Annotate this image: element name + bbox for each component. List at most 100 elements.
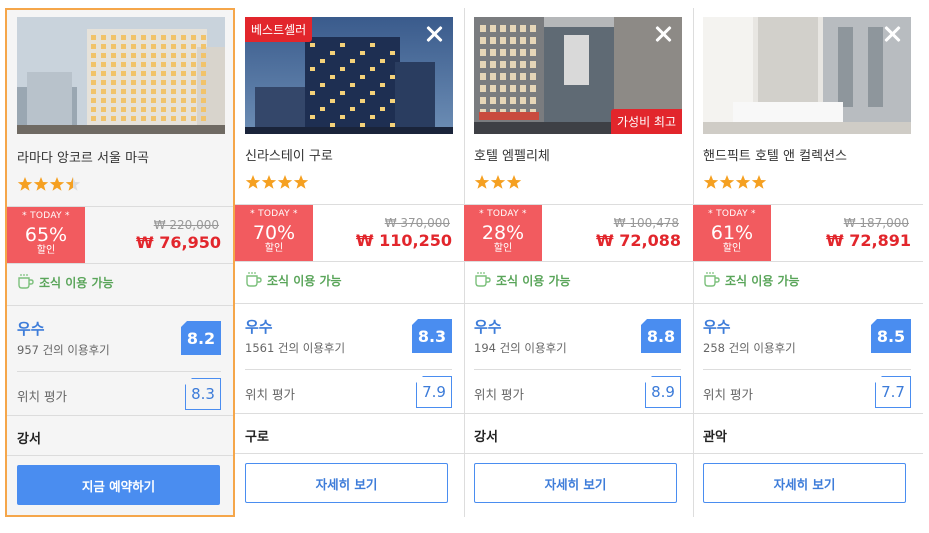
coffee-cup-icon	[17, 273, 39, 292]
sale-price: ₩ 72,088	[596, 231, 681, 250]
discount-label: 할인	[264, 243, 284, 254]
hotel-card[interactable]: 가성비 최고 호텔 엠펠리체 * TODAY * 28% 할인 ₩ 100,47…	[464, 8, 694, 517]
hotel-photo[interactable]	[17, 17, 225, 134]
review-grade: 우수	[17, 320, 45, 338]
divider	[235, 413, 464, 414]
discount-percent: 70%	[252, 222, 296, 244]
hotel-photo[interactable]: 가성비 최고	[474, 17, 682, 134]
book-now-button[interactable]: 지금 예약하기	[17, 465, 220, 505]
district-name: 관악	[703, 430, 727, 445]
review-score: 8.8	[640, 318, 681, 353]
today-deal-badge: * TODAY * 61% 할인	[693, 205, 771, 261]
star-rating-icon	[703, 174, 767, 190]
hotel-card-list: 라마다 앙코르 서울 마곡 * TODAY * 65% 할인 ₩ 220,000…	[0, 0, 929, 533]
divider	[235, 261, 464, 262]
review-count[interactable]: 957 건의 이용후기	[17, 342, 110, 358]
divider	[235, 303, 464, 304]
review-grade: 우수	[245, 318, 273, 336]
divider	[693, 413, 923, 414]
discount-label: 할인	[493, 243, 513, 254]
breakfast-available: 조식 이용 가능	[17, 273, 114, 292]
review-score: 8.3	[411, 318, 452, 353]
today-deal-badge: * TODAY * 28% 할인	[464, 205, 542, 261]
deal-label: * TODAY *	[479, 209, 527, 219]
star-rating-icon	[17, 176, 81, 192]
hotel-photo[interactable]: 베스트셀러	[245, 17, 453, 134]
breakfast-label: 조식 이용 가능	[39, 276, 114, 290]
location-score: 7.9	[416, 376, 452, 408]
best-value-badge: 가성비 최고	[610, 109, 682, 134]
location-rating-label: 위치 평가	[245, 387, 295, 402]
close-icon[interactable]	[423, 23, 445, 45]
discount-percent: 28%	[481, 222, 525, 244]
divider	[693, 261, 923, 262]
divider	[703, 369, 911, 370]
view-details-button[interactable]: 자세히 보기	[474, 463, 677, 503]
location-score: 7.7	[875, 376, 911, 408]
divider	[7, 415, 233, 416]
divider	[464, 303, 693, 304]
view-details-button[interactable]: 자세히 보기	[703, 463, 906, 503]
divider	[7, 263, 233, 264]
district-name: 강서	[474, 430, 498, 445]
divider	[464, 453, 693, 454]
close-icon[interactable]	[881, 23, 903, 45]
today-deal-badge: * TODAY * 70% 할인	[235, 205, 313, 261]
hotel-card[interactable]: 라마다 앙코르 서울 마곡 * TODAY * 65% 할인 ₩ 220,000…	[5, 8, 235, 517]
review-grade: 우수	[474, 318, 502, 336]
hotel-name[interactable]: 호텔 엠펠리체	[474, 145, 550, 164]
divider	[7, 455, 233, 456]
close-icon[interactable]	[652, 23, 674, 45]
district-name: 구로	[245, 430, 269, 445]
view-details-button[interactable]: 자세히 보기	[245, 463, 448, 503]
bestseller-badge: 베스트셀러	[245, 17, 313, 42]
breakfast-available: 조식 이용 가능	[245, 271, 342, 290]
breakfast-label: 조식 이용 가능	[496, 274, 571, 288]
divider	[7, 305, 233, 306]
discount-label: 할인	[722, 243, 742, 254]
today-deal-badge: * TODAY * 65% 할인	[7, 207, 85, 263]
divider	[693, 303, 923, 304]
district-name: 강서	[17, 432, 41, 447]
deal-label: * TODAY *	[250, 209, 298, 219]
original-price: ₩ 187,000	[843, 216, 909, 230]
hotel-name[interactable]: 라마다 앙코르 서울 마곡	[17, 147, 149, 166]
breakfast-available: 조식 이용 가능	[703, 271, 800, 290]
review-count[interactable]: 258 건의 이용후기	[703, 340, 796, 356]
location-rating-label: 위치 평가	[474, 387, 524, 402]
original-price: ₩ 100,478	[613, 216, 679, 230]
breakfast-label: 조식 이용 가능	[267, 274, 342, 288]
location-score: 8.9	[645, 376, 681, 408]
review-count[interactable]: 194 건의 이용후기	[474, 340, 567, 356]
star-rating-icon	[245, 174, 309, 190]
hotel-card[interactable]: 베스트셀러 신라스테이 구로 * TODAY * 70% 할인 ₩ 370,00…	[235, 8, 465, 517]
original-price: ₩ 220,000	[153, 218, 219, 232]
review-score: 8.2	[180, 320, 221, 355]
coffee-cup-icon	[245, 271, 267, 290]
divider	[17, 371, 221, 372]
location-score: 8.3	[185, 378, 221, 410]
discount-percent: 61%	[710, 222, 754, 244]
breakfast-label: 조식 이용 가능	[725, 274, 800, 288]
review-grade: 우수	[703, 318, 731, 336]
divider	[464, 261, 693, 262]
location-rating-label: 위치 평가	[17, 389, 67, 404]
divider	[245, 369, 452, 370]
sale-price: ₩ 72,891	[826, 231, 911, 250]
divider	[235, 453, 464, 454]
hotel-name[interactable]: 핸드픽트 호텔 앤 컬렉션스	[703, 145, 847, 164]
hotel-card[interactable]: 핸드픽트 호텔 앤 컬렉션스 * TODAY * 61% 할인 ₩ 187,00…	[693, 8, 923, 517]
deal-label: * TODAY *	[22, 211, 70, 221]
sale-price: ₩ 76,950	[136, 233, 221, 252]
star-rating-icon	[474, 174, 522, 190]
discount-label: 할인	[36, 245, 56, 256]
sale-price: ₩ 110,250	[355, 231, 452, 250]
hotel-photo[interactable]	[703, 17, 911, 134]
coffee-cup-icon	[474, 271, 496, 290]
hotel-name[interactable]: 신라스테이 구로	[245, 145, 333, 164]
divider	[464, 413, 693, 414]
location-rating-label: 위치 평가	[703, 387, 753, 402]
discount-percent: 65%	[24, 224, 68, 246]
original-price: ₩ 370,000	[384, 216, 450, 230]
review-count[interactable]: 1561 건의 이용후기	[245, 340, 345, 356]
